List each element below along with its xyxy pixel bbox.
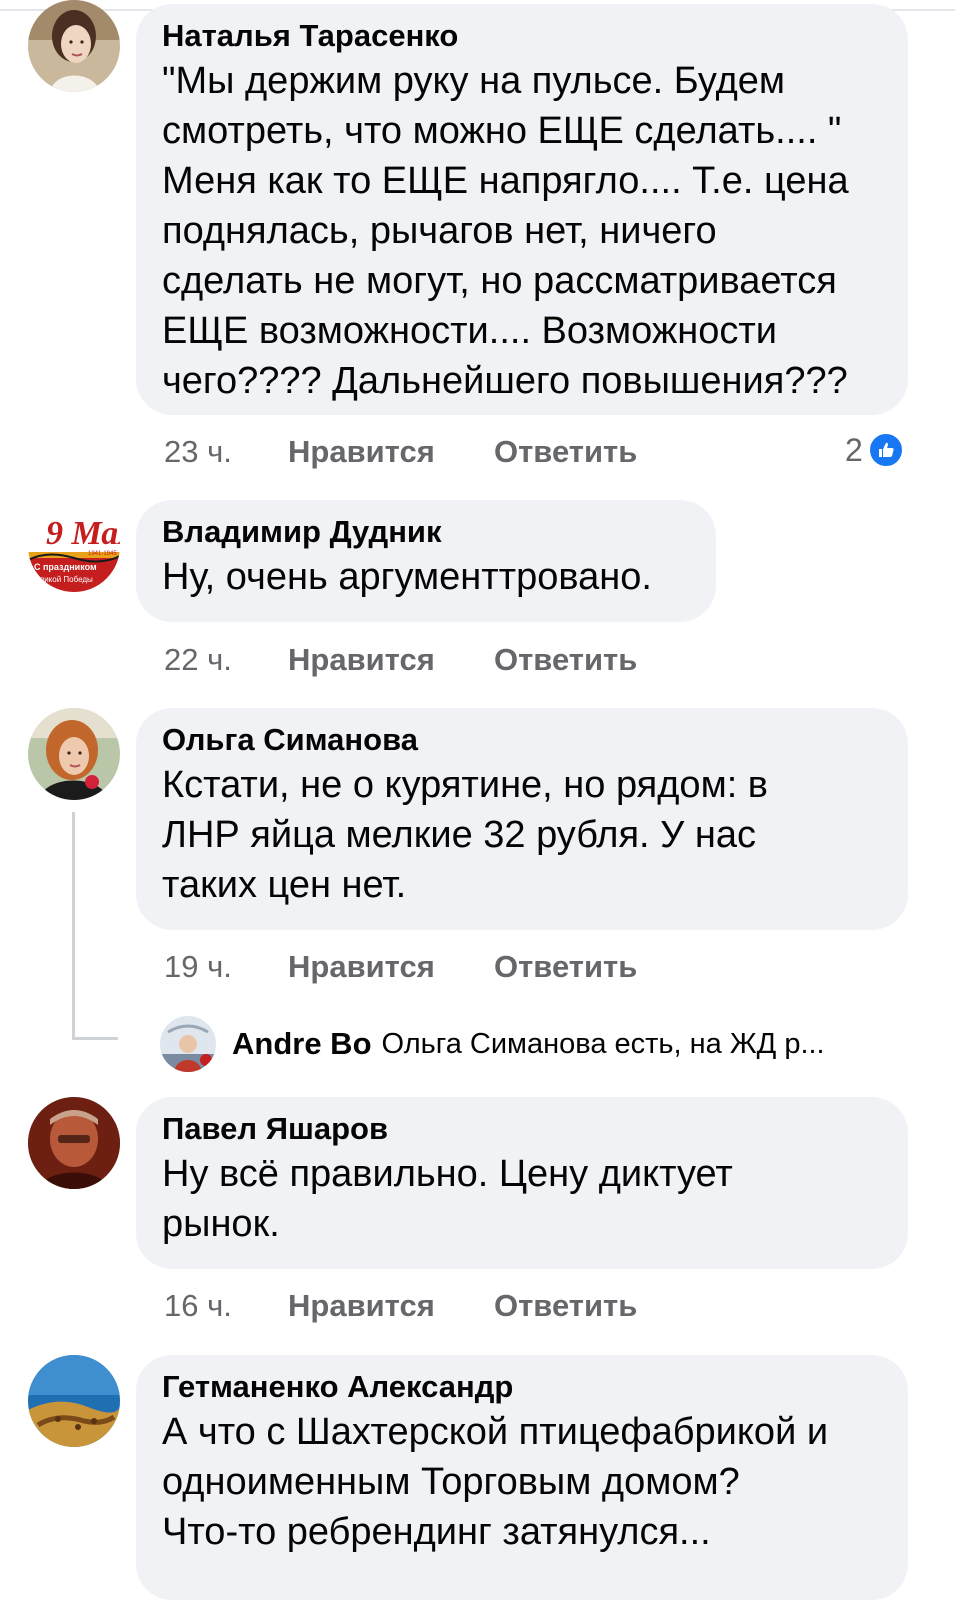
avatar[interactable] bbox=[28, 1097, 120, 1189]
comment-text: "Мы держим руку на пульсе. Будем смотрет… bbox=[162, 60, 849, 402]
reply-author[interactable]: Andre Bo bbox=[232, 1026, 372, 1062]
avatar[interactable] bbox=[28, 708, 120, 800]
comment-timestamp[interactable]: 23 ч. bbox=[164, 432, 232, 472]
comment-text: Ну всё правильно. Цену диктует рынок. bbox=[162, 1153, 733, 1245]
comment-timestamp[interactable]: 16 ч. bbox=[164, 1286, 232, 1326]
comment-timestamp[interactable]: 19 ч. bbox=[164, 947, 232, 987]
like-icon bbox=[866, 431, 905, 469]
reply-button[interactable]: Ответить bbox=[494, 640, 637, 680]
comment-bubble: Владимир Дудник Ну, очень аргументтрован… bbox=[136, 500, 716, 622]
avatar-text: 9 Мая bbox=[46, 515, 120, 552]
comment-text: А что с Шахтерской птицефабрикой и однои… bbox=[162, 1411, 829, 1553]
avatar[interactable]: 9 Мая 1941-1945 С праздником Великой Поб… bbox=[28, 500, 120, 592]
comment-text: Кстати, не о курятине, но рядом: в ЛНР я… bbox=[162, 764, 768, 906]
reply-button[interactable]: Ответить bbox=[494, 947, 637, 987]
comment-bubble: Гетманенко Александр А что с Шахтерской … bbox=[136, 1355, 908, 1600]
comment-bubble: Павел Яшаров Ну всё правильно. Цену дикт… bbox=[136, 1097, 908, 1269]
thread-line bbox=[72, 812, 75, 1040]
reply-button[interactable]: Ответить bbox=[494, 1286, 637, 1326]
avatar[interactable] bbox=[28, 1355, 120, 1447]
like-button[interactable]: Нравится bbox=[288, 640, 435, 680]
comment-timestamp[interactable]: 22 ч. bbox=[164, 640, 232, 680]
reply-preview-text: Ольга Симанова есть, на ЖД р... bbox=[381, 1027, 825, 1060]
avatar-text: 1941-1945 bbox=[88, 551, 117, 557]
reaction-summary[interactable]: 2 bbox=[845, 430, 905, 470]
comment-author[interactable]: Павел Яшаров bbox=[162, 1109, 882, 1149]
comment-author[interactable]: Гетманенко Александр bbox=[162, 1367, 882, 1407]
like-button[interactable]: Нравится bbox=[288, 432, 435, 472]
avatar[interactable] bbox=[28, 0, 120, 92]
comment-bubble: Наталья Тарасенко "Мы держим руку на пул… bbox=[136, 4, 908, 415]
avatar[interactable] bbox=[160, 1016, 216, 1072]
comment-author[interactable]: Ольга Симанова bbox=[162, 720, 882, 760]
like-button[interactable]: Нравится bbox=[288, 947, 435, 987]
like-button[interactable]: Нравится bbox=[288, 1286, 435, 1326]
comment-text: Ну, очень аргументтровано. bbox=[162, 556, 652, 598]
avatar-text: С праздником bbox=[34, 562, 97, 572]
reaction-count: 2 bbox=[845, 431, 863, 468]
reply-preview[interactable]: Andre Bo Ольга Симанова есть, на ЖД р... bbox=[160, 1016, 825, 1072]
comment-bubble: Ольга Симанова Кстати, не о курятине, но… bbox=[136, 708, 908, 930]
reply-button[interactable]: Ответить bbox=[494, 432, 637, 472]
comment-author[interactable]: Владимир Дудник bbox=[162, 512, 690, 552]
thread-connector bbox=[72, 1037, 118, 1040]
avatar-text: Великой Победы bbox=[30, 575, 93, 584]
comment-author[interactable]: Наталья Тарасенко bbox=[162, 16, 882, 56]
